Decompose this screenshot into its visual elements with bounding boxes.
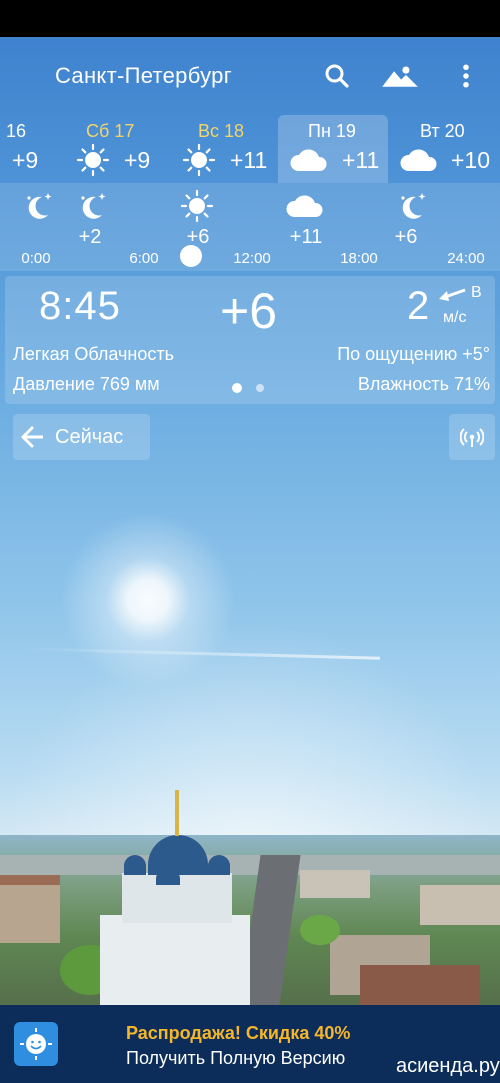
cloud-icon [288,143,330,177]
day-label: 16 [6,121,27,141]
wind-direction: В [471,284,482,301]
sun-icon [180,189,214,223]
day-temp: +11 [230,147,268,173]
cathedral-spire [175,790,179,836]
hourly-time: 0:00 [21,250,51,267]
moon-stars-icon [394,189,428,223]
wind-unit: м/с [443,309,467,326]
hourly-temp: +2 [78,226,102,248]
hourly-time: 6:00 [129,250,159,267]
radar-icon [460,428,484,447]
day-item[interactable]: Вт 20 +10 [396,115,500,183]
hourly-temp: +6 [186,226,210,248]
day-label: Вт 20 [420,121,465,141]
day-temp: +9 [124,147,151,173]
day-label: Пн 19 [308,121,356,141]
moon-stars-icon [74,189,108,223]
day-item[interactable]: 16 +9 [0,115,60,183]
cloud-icon [398,143,440,177]
top-app-bar: Санкт-Петербург [0,37,500,115]
day-item[interactable]: Сб 17 +9 [72,115,164,183]
humidity-text: Влажность 71% [357,374,490,394]
current-temperature: +6 [220,283,278,339]
wind-direction-arrow-icon [437,284,467,304]
hourly-temp: +11 [289,226,323,248]
city-title[interactable]: Санкт-Петербург [55,63,232,89]
radar-button[interactable] [449,414,495,460]
app-sun-logo-icon [14,1022,58,1066]
day-item-selected[interactable]: Пн 19 +11 [278,115,388,183]
day-item[interactable]: Вс 18 +11 [180,115,276,183]
hourly-time: 12:00 [233,250,271,267]
page-dot-active [232,383,242,393]
current-conditions-card[interactable]: 8:45 +6 2 В м/с Легкая Облачность По ощу… [5,276,495,404]
daily-forecast-strip: 16 +9 Сб 17 +9 Вс 18 +11 Пн 19 +11 Вт 20… [0,115,500,183]
hourly-time: 24:00 [447,250,485,267]
hourly-temp: +6 [394,226,418,248]
search-icon[interactable] [322,61,352,91]
more-vert-icon[interactable] [451,61,481,91]
current-time: 8:45 [39,284,121,328]
sun-icon [76,143,110,177]
day-temp: +11 [342,147,380,173]
city-panorama [0,835,500,1005]
feels-like-text: По ощущению +5° [337,344,490,364]
arrow-back-icon [19,424,47,450]
pressure-text: Давление 769 мм [13,374,160,394]
sun-image [48,500,248,700]
moon-stars-icon [20,189,54,223]
now-button-label: Сейчас [55,426,124,448]
day-temp: +10 [451,147,491,173]
hourly-time: 18:00 [340,250,378,267]
current-time-marker[interactable] [180,245,202,267]
day-temp: +9 [12,147,39,173]
sun-icon [182,143,216,177]
landscape-icon[interactable] [381,61,419,91]
ad-title: Распродажа! Скидка 40% [126,1023,351,1043]
cloud-icon [284,189,326,223]
ad-subtitle: Получить Полную Версию [126,1048,346,1068]
wind-speed: 2 [407,284,430,328]
day-label: Вс 18 [198,121,245,141]
watermark: асиенда.ру [396,1055,500,1077]
hourly-forecast[interactable]: +2 +6 +11 +6 0:00 6:00 12:00 18:00 24:00 [0,183,500,271]
page-dot [256,384,264,392]
condition-text: Легкая Облачность [13,344,174,364]
now-button[interactable]: Сейчас [13,414,150,460]
status-bar [0,0,500,37]
day-label: Сб 17 [86,121,135,141]
